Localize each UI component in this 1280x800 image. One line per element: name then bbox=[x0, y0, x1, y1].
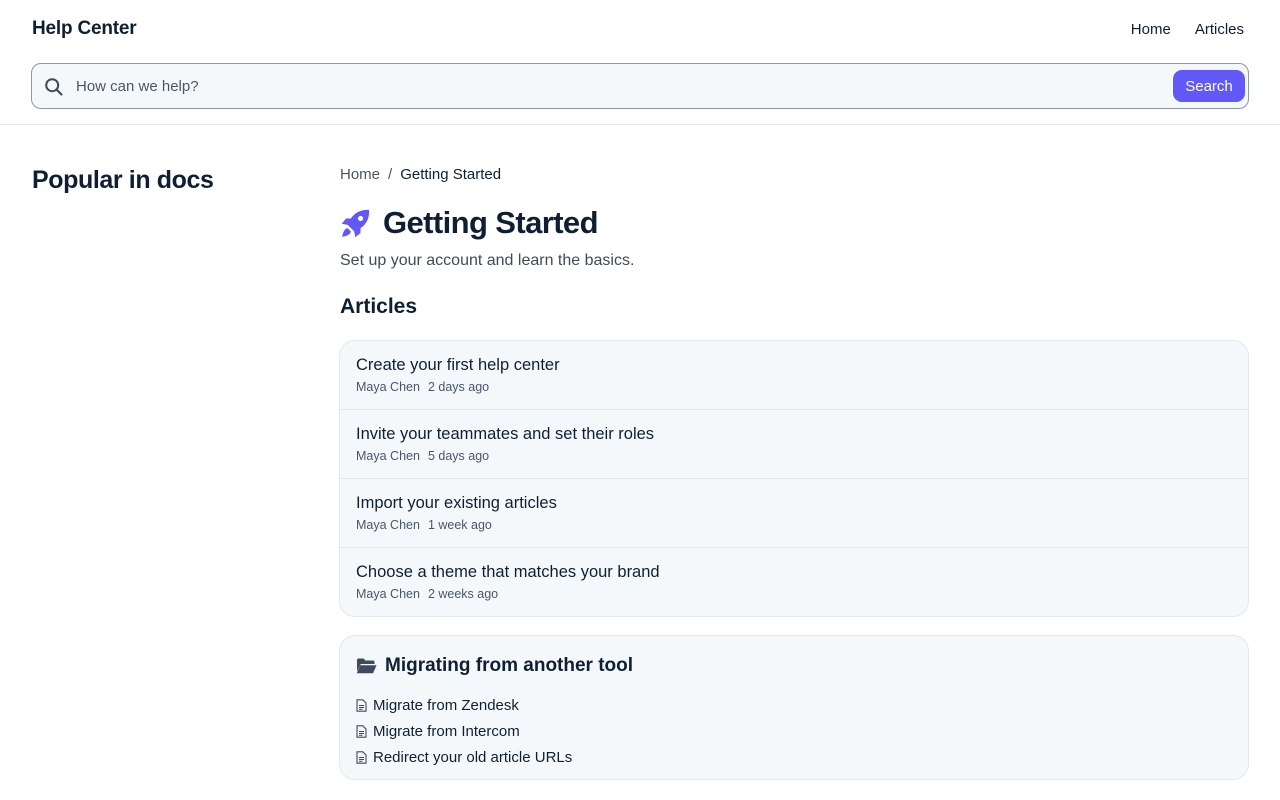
article-title[interactable]: Import your existing articles bbox=[356, 494, 1232, 513]
collection-title: Migrating from another tool bbox=[385, 655, 634, 676]
search-bar: Search bbox=[31, 63, 1249, 109]
breadcrumb-current: Getting Started bbox=[400, 166, 502, 183]
search-button[interactable]: Search bbox=[1173, 70, 1245, 102]
folder-open-icon bbox=[356, 658, 377, 674]
document-icon bbox=[356, 750, 367, 764]
collection-link-label[interactable]: Redirect your old article URLs bbox=[373, 749, 572, 766]
nav-link-articles[interactable]: Articles bbox=[1195, 21, 1244, 38]
brand-name[interactable]: Help Center bbox=[32, 18, 137, 40]
article-meta: Maya Chen 1 week ago bbox=[356, 518, 1232, 532]
breadcrumb-home-link[interactable]: Home bbox=[340, 166, 380, 183]
article-author: Maya Chen bbox=[356, 380, 420, 394]
rocket-icon bbox=[341, 209, 370, 237]
nav-link-home[interactable]: Home bbox=[1131, 21, 1171, 38]
document-icon bbox=[356, 724, 367, 738]
article-item[interactable]: Invite your teammates and set their role… bbox=[340, 410, 1248, 479]
search-input[interactable] bbox=[76, 64, 1156, 108]
page-title: Getting Started bbox=[383, 205, 599, 240]
document-icon bbox=[356, 698, 367, 712]
collection-link-label[interactable]: Migrate from Zendesk bbox=[373, 697, 519, 714]
article-author: Maya Chen bbox=[356, 449, 420, 463]
top-nav: Home Articles bbox=[1131, 21, 1244, 38]
article-time: 1 week ago bbox=[427, 518, 492, 532]
article-time: 2 days ago bbox=[427, 380, 490, 394]
site-header: Help Center Home Articles Search bbox=[0, 0, 1280, 125]
article-time: 5 days ago bbox=[427, 449, 490, 463]
article-title[interactable]: Choose a theme that matches your brand bbox=[356, 563, 1232, 582]
collection-header[interactable]: Migrating from another tool bbox=[356, 655, 633, 677]
article-author: Maya Chen bbox=[356, 587, 420, 601]
article-title[interactable]: Invite your teammates and set their role… bbox=[356, 425, 1232, 444]
page-subtitle: Set up your account and learn the basics… bbox=[340, 252, 635, 269]
article-meta: Maya Chen 5 days ago bbox=[356, 449, 1232, 463]
article-meta: Maya Chen 2 weeks ago bbox=[356, 587, 1232, 601]
article-list: Create your first help center Maya Chen … bbox=[339, 340, 1249, 617]
article-author: Maya Chen bbox=[356, 518, 420, 532]
article-item[interactable]: Choose a theme that matches your brand M… bbox=[340, 548, 1248, 616]
page-heading: Getting Started bbox=[340, 205, 599, 241]
collection-links: Migrate from Zendesk Migrate from Interc… bbox=[356, 692, 572, 770]
article-title[interactable]: Create your first help center bbox=[356, 356, 1232, 375]
article-meta: Maya Chen 2 days ago bbox=[356, 380, 1232, 394]
article-time: 2 weeks ago bbox=[427, 587, 499, 601]
collection-link[interactable]: Redirect your old article URLs bbox=[356, 744, 572, 770]
breadcrumb-separator: / bbox=[388, 166, 393, 183]
breadcrumb: Home / Getting Started bbox=[340, 166, 501, 183]
sidebar-title: Popular in docs bbox=[32, 166, 214, 194]
collection-link[interactable]: Migrate from Zendesk bbox=[356, 692, 572, 718]
collection-link[interactable]: Migrate from Intercom bbox=[356, 718, 572, 744]
collection-link-label[interactable]: Migrate from Intercom bbox=[373, 723, 520, 740]
article-item[interactable]: Create your first help center Maya Chen … bbox=[340, 341, 1248, 410]
article-item[interactable]: Import your existing articles Maya Chen … bbox=[340, 479, 1248, 548]
collection-card: Migrating from another tool Migrate from… bbox=[339, 635, 1249, 780]
articles-heading: Articles bbox=[340, 295, 418, 318]
search-icon bbox=[45, 78, 63, 96]
